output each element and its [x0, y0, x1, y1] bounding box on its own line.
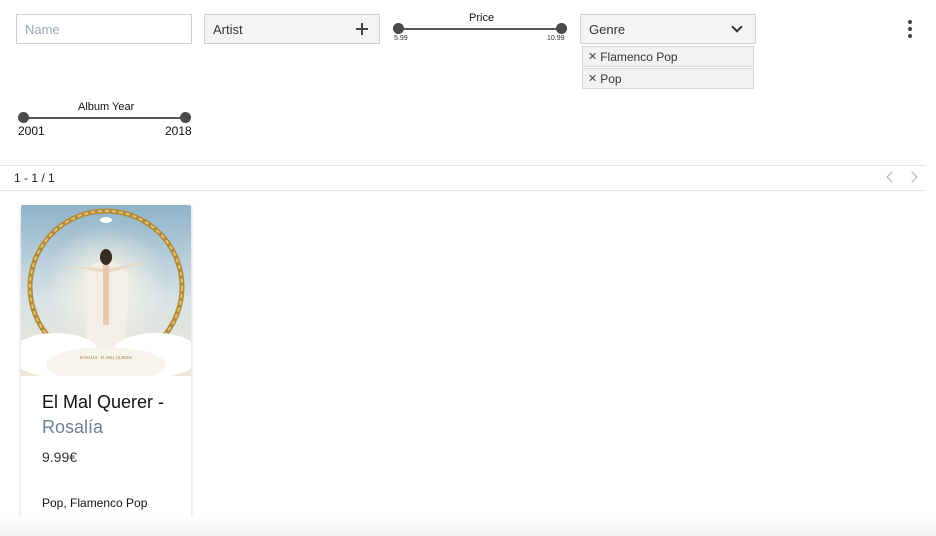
album-year-min-handle[interactable]: [18, 112, 29, 123]
album-year-track[interactable]: [23, 117, 185, 119]
album-card[interactable]: ROSALÍA · EL MAL QUERER El Mal Querer - …: [21, 205, 191, 525]
album-year-min-value: 2001: [18, 124, 45, 138]
name-input[interactable]: [16, 14, 192, 44]
artist-label: Artist: [213, 21, 243, 37]
album-year-max-handle[interactable]: [180, 112, 191, 123]
album-year-title: Album Year: [78, 101, 135, 113]
divider-bottom: [0, 190, 926, 191]
genre-select[interactable]: Genre: [580, 14, 756, 44]
genre-chip-flamenco-pop: ✕ Flamenco Pop: [582, 46, 754, 67]
price-slider-title: Price: [469, 12, 495, 24]
price-max-handle[interactable]: [556, 23, 567, 34]
pagination-range: 1 - 1 / 1: [14, 171, 55, 185]
app-root: Artist Price 5.99 10.99 Genre ✕ Flamenco…: [0, 0, 936, 536]
chevron-right-icon[interactable]: [906, 171, 918, 183]
album-title[interactable]: El Mal Querer -: [42, 392, 164, 413]
chevron-left-icon[interactable]: [886, 171, 898, 183]
plus-icon[interactable]: [356, 23, 368, 35]
album-artist[interactable]: Rosalía: [42, 417, 103, 438]
bottom-shadow: [0, 516, 936, 536]
genre-chip-label: Pop: [600, 71, 622, 86]
album-genres: Pop, Flamenco Pop: [42, 496, 148, 510]
price-slider-track[interactable]: [399, 28, 561, 30]
artist-field[interactable]: Artist: [204, 14, 380, 44]
price-max-value: 10.99: [547, 35, 565, 42]
divider-top: [0, 165, 926, 166]
cover-caption: ROSALÍA · EL MAL QUERER: [80, 355, 132, 360]
price-min-handle[interactable]: [393, 23, 404, 34]
album-year-max-value: 2018: [165, 124, 192, 138]
close-icon[interactable]: ✕: [588, 72, 597, 85]
album-cover-image[interactable]: ROSALÍA · EL MAL QUERER: [21, 205, 191, 376]
genre-chip-pop: ✕ Pop: [582, 68, 754, 89]
genre-label: Genre: [589, 21, 626, 37]
more-vert-icon[interactable]: [904, 20, 916, 38]
price-min-value: 5.99: [394, 35, 408, 42]
album-price: 9.99€: [42, 449, 78, 465]
close-icon[interactable]: ✕: [588, 50, 597, 63]
chevron-down-icon[interactable]: [731, 21, 743, 33]
genre-chip-label: Flamenco Pop: [600, 49, 678, 64]
